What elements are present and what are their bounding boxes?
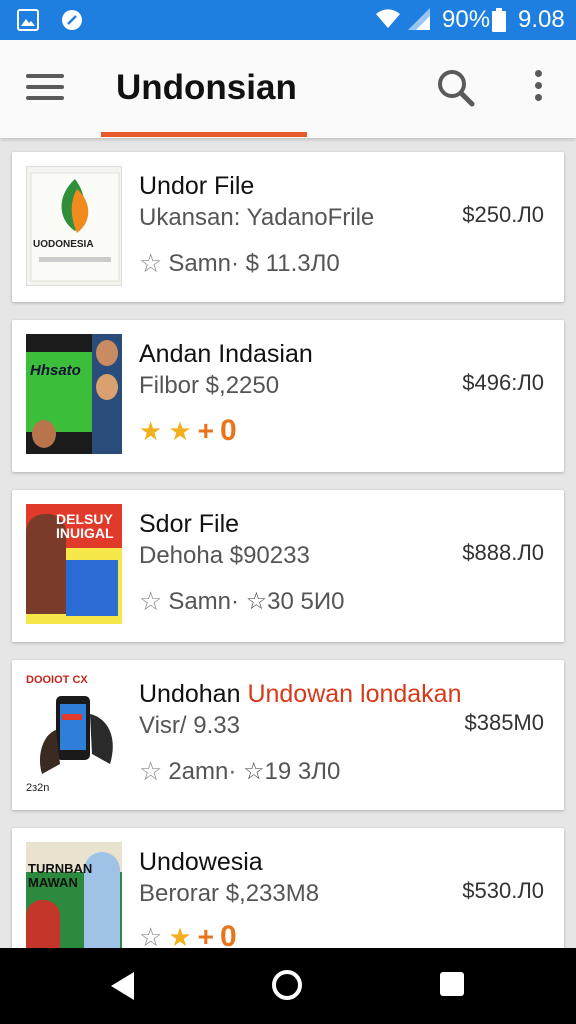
item-title: Undor File [139, 172, 255, 200]
item-price: $496:Л0 [462, 370, 544, 395]
search-icon[interactable] [436, 68, 476, 108]
navigation-bar [0, 948, 576, 1024]
thumb-text: Hhsato [30, 362, 81, 379]
thumb-text: UODONESIA [33, 239, 94, 250]
list-item[interactable]: UODONESIA Undor File Ukansan: YadanoFril… [12, 152, 564, 302]
item-title: Sdor File [139, 510, 240, 538]
item-meta-text: Samn· $ 11.3Л0 [168, 249, 340, 277]
star-outline-icon: ☆ [139, 248, 163, 278]
thumb-text: DELSUY INUIGAL [56, 511, 114, 541]
item-subtitle: Berorar $,233M8 [139, 880, 320, 907]
signal-icon [408, 8, 430, 30]
item-title: Andan Indasian [139, 340, 313, 368]
item-thumbnail: TURNBAN MAWAN [26, 842, 122, 962]
thumb-caption: 2з2n [26, 782, 50, 794]
item-title: Undohan Undowan londakan [139, 680, 462, 709]
item-meta-text: 2amn· ☆19 3Л0 [168, 758, 341, 785]
item-thumbnail: UODONESIA [26, 166, 122, 286]
item-thumbnail: Hhsato [26, 334, 122, 454]
more-vert-icon[interactable] [528, 70, 548, 110]
phone-in-hand-icon [39, 696, 113, 774]
item-rating: ★ ★ + 0 [139, 414, 237, 448]
star-outline-icon: ☆ [139, 586, 163, 616]
item-price: $385M0 [464, 710, 544, 735]
title-underline [101, 132, 307, 137]
battery-icon [492, 8, 506, 32]
menu-icon[interactable] [26, 74, 64, 104]
wifi-icon [376, 9, 400, 28]
item-meta: ☆ Samn· ☆30 5И0 [139, 586, 345, 617]
list-item[interactable]: DELSUY INUIGAL Sdor File Dehoha $90233 ☆… [12, 490, 564, 642]
recents-icon[interactable] [440, 972, 464, 996]
list-item[interactable]: DOOIOT CX 2з2n Undohan Undowan londakan … [12, 660, 564, 810]
item-price: $888.Л0 [462, 540, 544, 565]
item-title-main: Undohan [139, 680, 241, 708]
item-title: Undowesia [139, 848, 263, 876]
star-outline-icon: ☆ [139, 756, 163, 786]
thumb-text: DOOIOT CX [26, 674, 88, 686]
app-title: Undonsian [116, 68, 297, 107]
item-thumbnail: DELSUY INUIGAL [26, 504, 122, 624]
battery-percent: 90% [442, 6, 491, 33]
clock: 9.08 [518, 6, 565, 33]
app-icon [62, 10, 82, 30]
item-subtitle: Ukansan: YadanoFrile [139, 204, 375, 231]
item-subtitle: Visr/ 9.33 [139, 712, 240, 739]
item-meta-text: Samn· ☆30 5И0 [168, 588, 345, 615]
list-item[interactable]: TURNBAN MAWAN Undowesia Berorar $,233M8 … [12, 828, 564, 968]
item-price: $530.Л0 [462, 878, 544, 903]
list-item[interactable]: Hhsato Andan Indasian Filbor $,2250 ★ ★ … [12, 320, 564, 472]
gallery-icon [17, 9, 39, 31]
thumb-text: TURNBAN MAWAN [28, 861, 93, 890]
item-meta: ☆ Samn· $ 11.3Л0 [139, 248, 340, 279]
star-filled-icon: ★ [139, 415, 163, 446]
star-filled-icon: ★ [168, 415, 192, 446]
item-subtitle: Dehoha $90233 [139, 542, 310, 569]
item-price: $250.Л0 [462, 202, 544, 227]
status-bar: 90% 9.08 [0, 0, 576, 40]
home-icon[interactable] [270, 968, 304, 1002]
rating-value: 0 [219, 414, 237, 447]
item-thumbnail: DOOIOT CX 2з2n [26, 674, 122, 794]
item-meta: ☆ 2amn· ☆19 3Л0 [139, 756, 340, 787]
item-subtitle: Filbor $,2250 [139, 372, 280, 399]
leaf-logo-icon [30, 172, 120, 282]
back-icon[interactable] [108, 970, 138, 1002]
plus-icon: + [197, 415, 214, 446]
app-bar: Undonsian [0, 40, 576, 138]
item-title-accent: Undowan londakan [247, 680, 462, 708]
